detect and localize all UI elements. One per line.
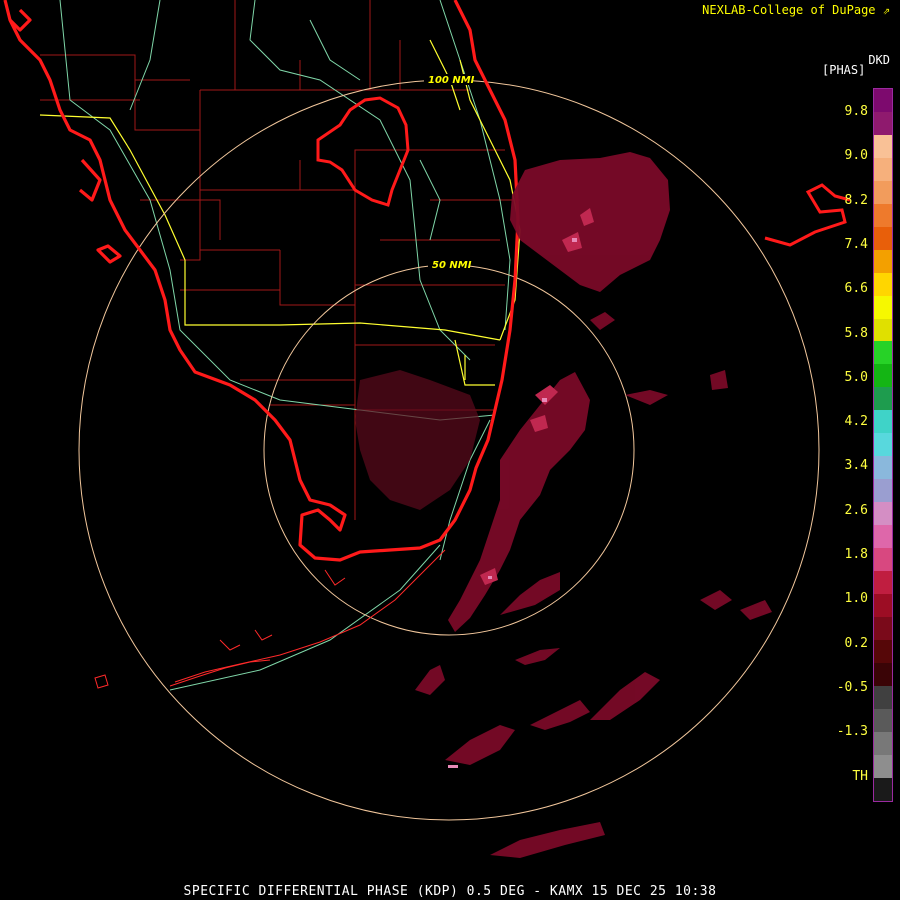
color-scale-segment <box>874 134 892 158</box>
radar-map[interactable]: 100 NMI 50 NMI <box>0 0 900 900</box>
florida-keys <box>94 549 446 689</box>
ring-label-100: 100 NMI <box>428 75 475 86</box>
product-code: DKD <box>868 53 890 67</box>
color-scale-tick-label: 9.0 <box>844 148 868 164</box>
color-scale-tick-label: 3.4 <box>844 458 868 474</box>
color-scale-segment <box>874 639 892 663</box>
color-scale-segment <box>874 111 892 135</box>
color-scale-tick-label: 1.0 <box>844 591 868 607</box>
color-scale-segment <box>874 548 892 572</box>
color-scale-segment <box>874 593 892 617</box>
interstates <box>39 39 521 386</box>
radar-viewer: 100 NMI 50 NMI NEXLAB-College of DuPage … <box>0 0 900 900</box>
color-scale-segment <box>874 180 892 204</box>
color-scale-tick-label: 6.6 <box>844 281 868 297</box>
color-scale-segment <box>874 249 892 273</box>
color-scale-segment <box>874 708 892 732</box>
color-scale-segment <box>874 295 892 319</box>
lake-okeechobee <box>316 96 410 207</box>
color-scale-segment <box>874 616 892 640</box>
color-scale-segment <box>874 731 892 755</box>
color-scale-segment <box>874 456 892 480</box>
ring-label-50: 50 NMI <box>432 260 472 271</box>
color-scale-tick-label: 4.2 <box>844 414 868 430</box>
color-scale-segment <box>874 410 892 434</box>
color-scale-segment <box>874 387 892 411</box>
color-scale-segment <box>874 479 892 503</box>
color-scale-segment <box>874 662 892 686</box>
credit-text: NEXLAB-College of DuPage <box>702 3 876 17</box>
color-scale-segment <box>874 685 892 709</box>
color-scale-tick-label: 0.2 <box>844 635 868 651</box>
color-scale-segment <box>874 502 892 526</box>
color-scale-segment <box>874 364 892 388</box>
color-scale-segment <box>874 318 892 342</box>
color-scale-tick-label: 5.8 <box>844 325 868 341</box>
bahamas-coast <box>764 183 851 247</box>
color-scale-tick-label: -0.5 <box>836 679 868 695</box>
color-scale-segment <box>874 525 892 549</box>
color-scale-segment <box>874 272 892 296</box>
color-scale-tick-label: -1.3 <box>836 724 868 740</box>
color-scale-tick-label: TH <box>852 768 868 784</box>
color-scale-tick-label: 1.8 <box>844 547 868 562</box>
color-scale-tick-label: 7.4 <box>844 236 868 252</box>
color-scale-segment <box>874 433 892 457</box>
color-scale-tick-label: 2.6 <box>844 502 868 518</box>
product-units: [PHAS] <box>822 63 866 77</box>
color-scale-tick-label: 8.2 <box>844 192 868 208</box>
external-link-icon: ⇗ <box>882 3 890 17</box>
product-caption: SPECIFIC DIFFERENTIAL PHASE (KDP) 0.5 DE… <box>183 884 717 899</box>
color-scale-segment <box>874 157 892 181</box>
color-scale-segment <box>874 226 892 250</box>
color-scale-tick-label: 5.0 <box>844 369 868 385</box>
credit-label[interactable]: NEXLAB-College of DuPage ⇗ <box>702 3 890 17</box>
color-scale-segment <box>874 89 892 112</box>
color-scale-tick-label: 9.8 <box>844 104 868 119</box>
color-scale-segment <box>874 754 892 778</box>
color-scale-bar <box>873 88 893 802</box>
color-scale-segment <box>874 203 892 227</box>
color-scale-segment <box>874 341 892 365</box>
color-scale-segment <box>874 571 892 594</box>
color-scale-segment <box>874 777 892 801</box>
